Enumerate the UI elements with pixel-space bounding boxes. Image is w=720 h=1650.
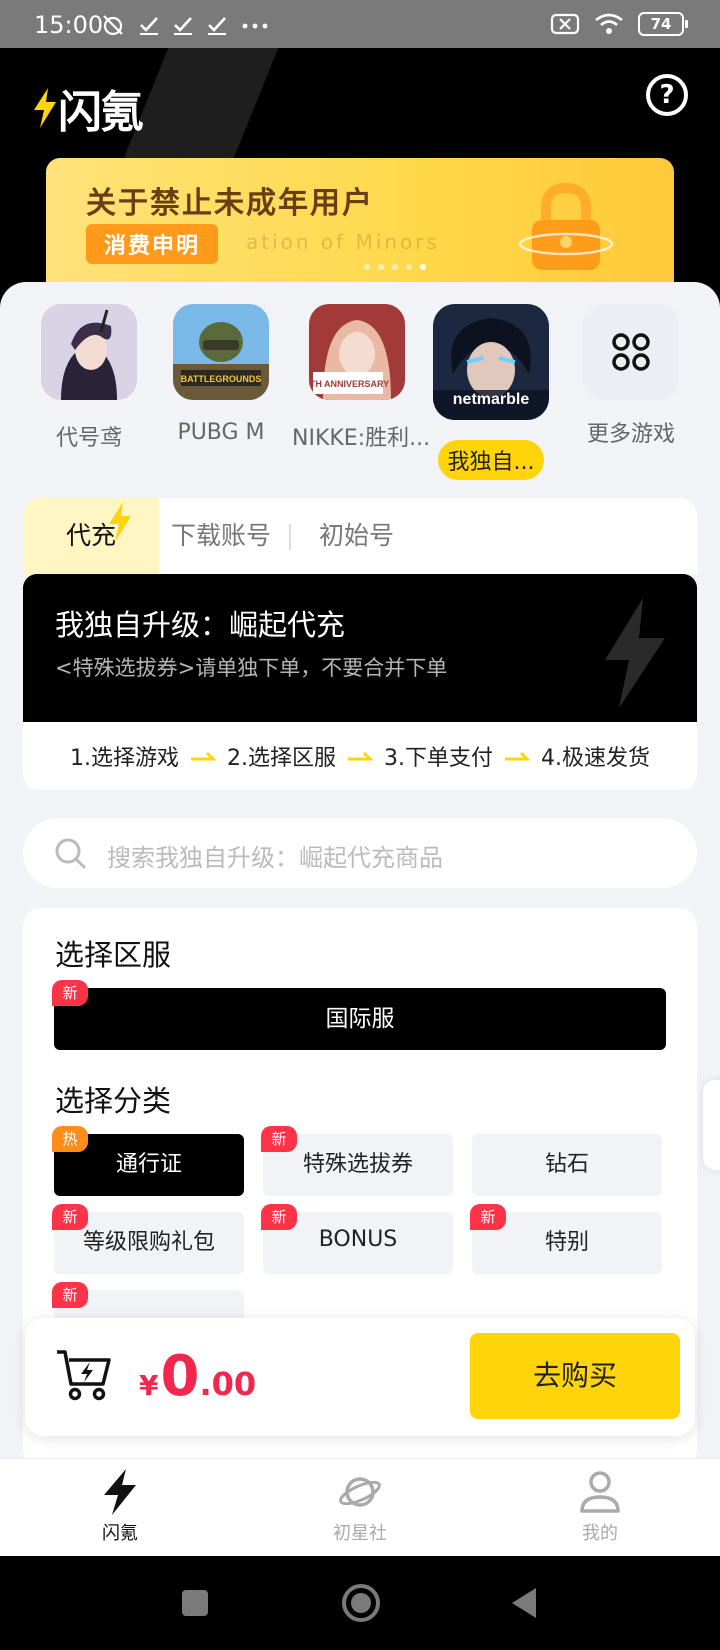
step-arrow-icon — [505, 751, 531, 761]
battery-indicator: 74 — [638, 12, 688, 36]
game-selector: 代号鸢 BATTLEGROUNDS PUBG M 5TH ANNIVERSARY — [0, 304, 720, 480]
new-badge: 新 — [52, 980, 88, 1006]
new-badge: 新 — [52, 1204, 88, 1230]
game-name: 更多游戏 — [586, 422, 675, 447]
step-3: 3.下单支付 — [384, 746, 493, 771]
nikke-logo-text: 5TH ANNIVERSARY — [309, 379, 389, 389]
game-icon-pubg-m: BATTLEGROUNDS — [173, 304, 269, 400]
bolt-icon — [104, 1469, 136, 1515]
help-button[interactable]: ? — [646, 74, 688, 116]
system-navigation-bar — [0, 1556, 720, 1650]
app-logo: 闪氪 — [32, 76, 144, 140]
bolt-watermark-icon — [605, 598, 665, 708]
step-arrow-icon — [348, 751, 374, 761]
buy-button[interactable]: 去购买 — [470, 1333, 680, 1419]
banner-subtitle: 消费申明 — [86, 224, 219, 264]
game-icon-solo-leveling: netmarble — [433, 304, 549, 420]
game-name: 代号鸢 — [55, 426, 122, 451]
game-item-nikke[interactable]: 5TH ANNIVERSARY NIKKE:胜利... — [292, 304, 431, 452]
new-badge: 新 — [261, 1126, 297, 1152]
status-bar: 15:00 74 — [0, 0, 720, 48]
game-item-pubg-m[interactable]: BATTLEGROUNDS PUBG M — [156, 304, 286, 445]
new-badge: 新 — [52, 1282, 88, 1308]
tab-divider — [289, 524, 291, 550]
back-triangle-icon[interactable] — [508, 1580, 538, 1626]
server-heading: 选择区服 — [55, 938, 172, 972]
step-4: 4.极速发货 — [541, 746, 650, 771]
step-arrow-icon — [191, 751, 217, 761]
category-chip-special-ticket[interactable]: 特殊选拔券 新 — [261, 1126, 453, 1196]
game-icon-nikke: 5TH ANNIVERSARY — [305, 304, 405, 400]
check-icon — [208, 17, 226, 35]
service-tabs: 代充 下载账号 初始号 — [23, 498, 697, 574]
game-info-card: 我独自升级：崛起代充 <特殊选拔券>请单独下单，不要合并下单 — [23, 574, 697, 722]
banner-title: 关于禁止未成年用户 — [86, 186, 374, 221]
nav-item-profile[interactable]: 我的 — [540, 1469, 660, 1545]
hot-badge: 热 — [52, 1126, 88, 1152]
tab-download-account[interactable]: 下载账号 — [171, 498, 271, 574]
info-subtitle: <特殊选拔券>请单独下单，不要合并下单 — [55, 656, 448, 680]
tab-bolt-icon — [109, 502, 131, 542]
pubg-logo-text: BATTLEGROUNDS — [181, 374, 262, 384]
category-heading: 选择分类 — [55, 1084, 172, 1118]
recent-apps-icon[interactable] — [180, 1580, 210, 1626]
user-icon — [580, 1471, 620, 1513]
step-1: 1.选择游戏 — [70, 746, 179, 771]
status-time: 15:00 — [34, 11, 104, 39]
home-circle-icon[interactable] — [340, 1580, 382, 1626]
category-chip-special[interactable]: 特别 新 — [470, 1204, 662, 1274]
order-steps: 1.选择游戏 2.选择区服 3.下单支付 4.极速发货 — [23, 722, 697, 790]
sim-off-icon — [550, 13, 580, 35]
category-chip-bonus[interactable]: BONUS 新 — [261, 1204, 453, 1274]
search-icon — [55, 838, 87, 870]
search-placeholder: 搜索我独自升级：崛起代充商品 — [107, 844, 443, 872]
main-content: 代号鸢 BATTLEGROUNDS PUBG M 5TH ANNIVERSARY — [0, 282, 720, 1468]
game-name: NIKKE:胜利... — [292, 426, 431, 451]
category-chip-pass[interactable]: 通行证 热 — [52, 1126, 244, 1196]
category-chip-diamond[interactable]: 钻石 — [472, 1134, 662, 1196]
nav-item-home[interactable]: 闪氪 — [60, 1469, 180, 1545]
banner-ghost-text: ation of Minors — [246, 230, 440, 254]
bottom-navigation: 闪氪 初星社 我的 — [0, 1458, 720, 1556]
grid-icon — [612, 333, 650, 371]
check-icon — [140, 17, 158, 35]
banner-pagination — [364, 264, 426, 270]
game-name: PUBG M — [177, 420, 265, 445]
search-input[interactable]: 搜索我独自升级：崛起代充商品 — [23, 818, 697, 888]
info-title: 我独自升级：崛起代充 — [55, 608, 346, 642]
category-chip-level-pack[interactable]: 等级限购礼包 新 — [52, 1204, 244, 1274]
tab-recharge[interactable]: 代充 — [23, 498, 159, 574]
check-icon — [174, 17, 192, 35]
game-icon-daihaoyuan — [41, 304, 137, 400]
game-item-daihaoyuan[interactable]: 代号鸢 — [24, 304, 154, 452]
cart-icon[interactable] — [55, 1348, 113, 1404]
wifi-icon — [595, 13, 623, 34]
lock-icon — [518, 182, 614, 270]
logo-text: 闪氪 — [58, 87, 144, 138]
nav-item-community[interactable]: 初星社 — [300, 1469, 420, 1545]
price-decimal: .00 — [199, 1365, 257, 1403]
game-item-solo-leveling[interactable]: netmarble 我独自... — [416, 304, 566, 480]
more-dots-icon — [242, 23, 268, 29]
total-price: ¥ 0 .00 — [139, 1344, 256, 1409]
new-badge: 新 — [470, 1204, 506, 1230]
status-left-icons — [100, 12, 270, 38]
price-currency: ¥ — [139, 1369, 159, 1402]
logo-bolt-icon — [34, 88, 56, 128]
more-games-button[interactable]: 更多游戏 — [566, 304, 696, 448]
tab-initial-account[interactable]: 初始号 — [319, 498, 394, 574]
more-games-tile — [583, 304, 679, 400]
promo-banner[interactable]: 关于禁止未成年用户 消费申明 ation of Minors — [46, 158, 674, 288]
netmarble-logo-text: netmarble — [453, 391, 530, 408]
game-name: 我独自... — [437, 440, 545, 480]
new-badge: 新 — [261, 1204, 297, 1230]
checkout-bar: ¥ 0 .00 去购买 — [25, 1318, 695, 1436]
server-option-international[interactable]: 国际服 新 — [52, 980, 666, 1050]
price-integer: 0 — [160, 1344, 200, 1409]
step-2: 2.选择区服 — [227, 746, 336, 771]
alarm-off-icon — [103, 15, 123, 36]
status-right-icons: 74 — [550, 12, 688, 36]
floating-side-handle[interactable] — [703, 1080, 720, 1170]
planet-icon — [339, 1477, 381, 1507]
